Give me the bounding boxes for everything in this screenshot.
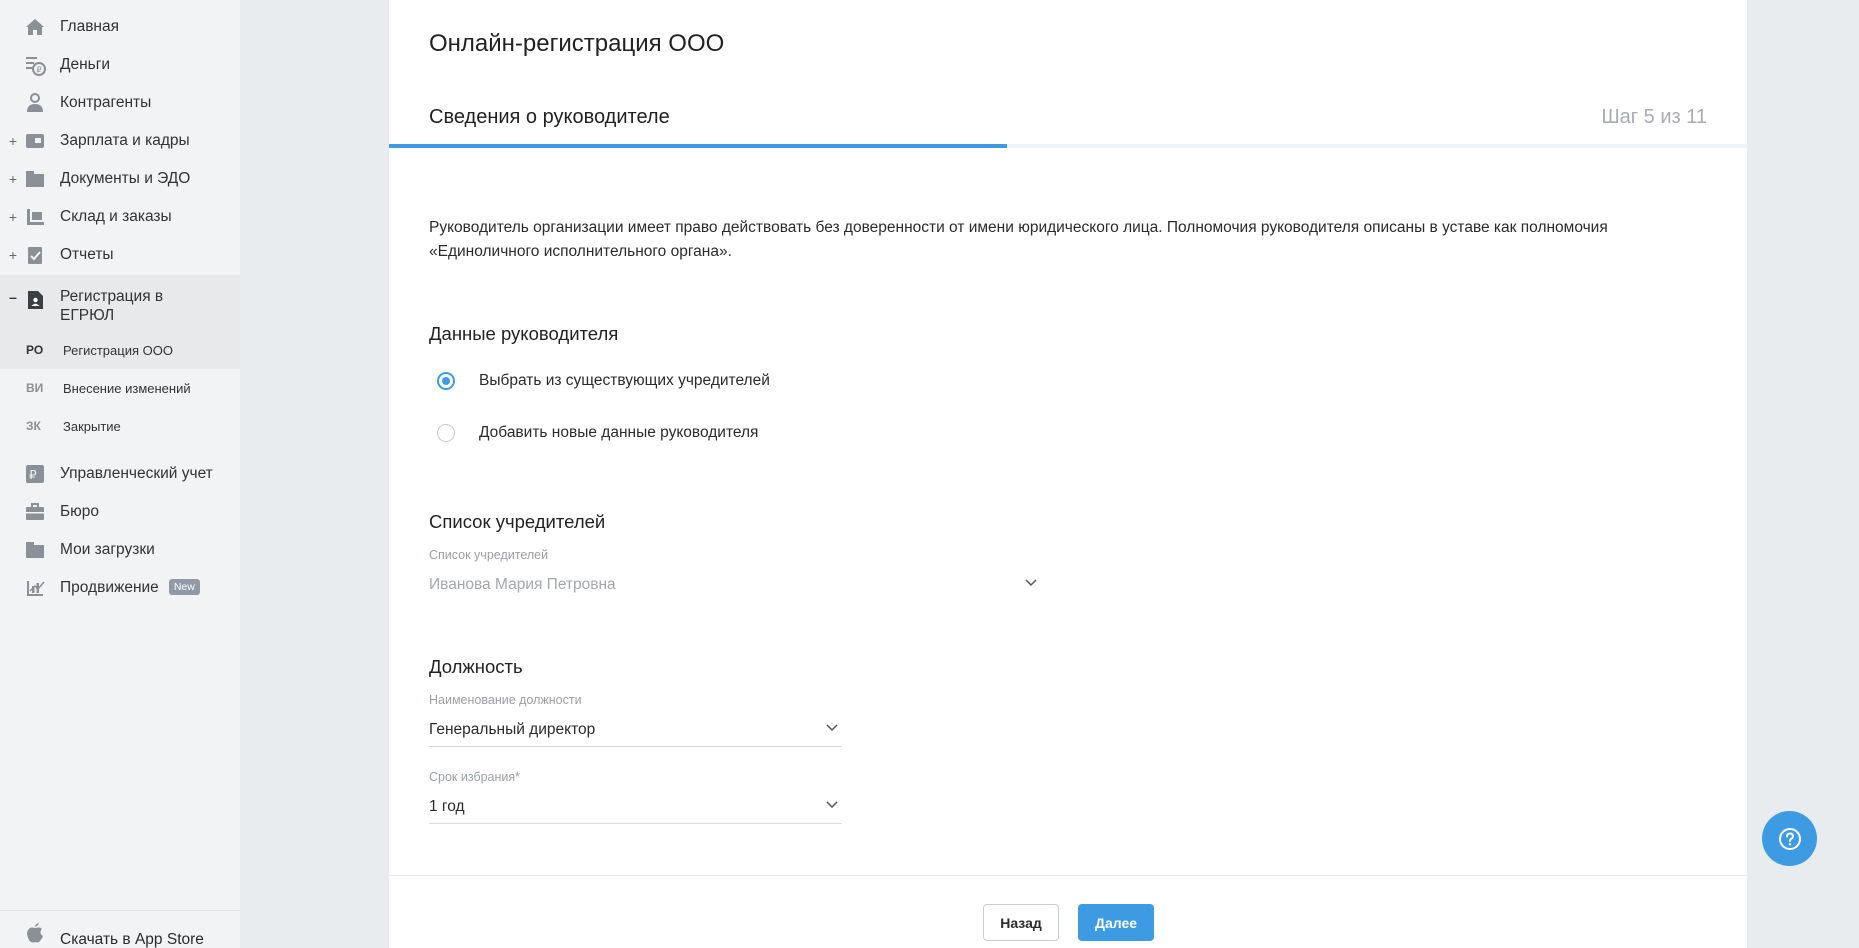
position-heading: Должность (429, 656, 523, 677)
progress-bar (389, 144, 1747, 148)
founders-select[interactable]: Иванова Мария Петровна (429, 568, 1041, 602)
sidebar-item-bureau[interactable]: Бюро (0, 493, 240, 531)
apple-icon (25, 921, 45, 948)
app-store-label: Скачать в App Store (60, 931, 204, 948)
chevron-down-icon (826, 801, 838, 809)
term-value: 1 год (429, 797, 465, 815)
radio-label: Выбрать из существующих учредителей (479, 372, 770, 389)
sidebar-item-home[interactable]: Главная (0, 8, 240, 46)
radio-button[interactable] (437, 424, 455, 442)
term-select[interactable]: 1 год (429, 790, 842, 824)
founders-heading: Список учредителей (429, 511, 606, 532)
question-icon (1778, 827, 1801, 850)
term-label: Срок избрания* (429, 770, 521, 784)
scrollbar[interactable] (1852, 0, 1859, 948)
sidebar-item-downloads[interactable]: Мои загрузки (0, 531, 240, 569)
director-data-heading: Данные руководителя (429, 323, 619, 344)
sidebar-item-label: Зарплата и кадры (60, 132, 190, 149)
back-button[interactable]: Назад (983, 904, 1059, 941)
subitem-abbr: РО (26, 343, 44, 357)
documents-icon (24, 168, 46, 190)
contractors-icon (24, 92, 46, 114)
sidebar-subitem-closing[interactable]: ЗК Закрытие (0, 407, 240, 445)
salary-icon (24, 130, 46, 152)
sidebar-item-money[interactable]: ₽ Деньги (0, 46, 240, 84)
help-button[interactable] (1762, 811, 1817, 866)
sidebar-item-label: Деньги (60, 56, 111, 73)
sidebar-item-documents[interactable]: + Документы и ЭДО (0, 160, 240, 198)
expand-icon[interactable]: + (8, 133, 18, 149)
step-title: Сведения о руководителе (429, 106, 670, 128)
sidebar-item-contractors[interactable]: Контрагенты (0, 84, 240, 122)
sidebar-item-label: Контрагенты (60, 94, 152, 111)
sidebar-item-management[interactable]: ₽ Управленческий учет (0, 455, 240, 493)
sidebar-item-promotion[interactable]: Продвижение New (0, 569, 240, 607)
expand-icon[interactable]: + (8, 247, 18, 263)
sidebar-item-label: Регистрация в ЕГРЮЛ (60, 288, 164, 324)
expand-icon[interactable]: + (8, 209, 18, 225)
subitem-label: Закрытие (63, 418, 121, 434)
subitem-label: Регистрация ООО (63, 342, 173, 358)
position-title-value: Генеральный директор (429, 720, 596, 738)
radio-button-checked[interactable] (437, 372, 455, 390)
money-icon: ₽ (24, 54, 46, 76)
promotion-label: Продвижение (60, 579, 159, 596)
chevron-down-icon (826, 724, 838, 732)
radio-add-new-director[interactable]: Добавить новые данные руководителя (437, 424, 758, 442)
sidebar-item-salary[interactable]: + Зарплата и кадры (0, 122, 240, 160)
reports-icon (24, 244, 46, 266)
registration-icon (24, 289, 46, 311)
app-store-link[interactable]: Скачать в App Store (0, 910, 240, 948)
founders-field-label: Список учредителей (429, 548, 549, 562)
chevron-down-icon (1025, 579, 1037, 587)
expand-icon[interactable]: + (8, 171, 18, 187)
footer-divider (389, 875, 1747, 876)
sidebar-item-label: Бюро (60, 503, 100, 520)
svg-text:₽: ₽ (29, 468, 37, 482)
sidebar-item-label: Управленческий учет (60, 465, 213, 482)
subitem-abbr: ВИ (26, 381, 44, 395)
progress-fill (389, 144, 1007, 148)
sidebar-item-label: Отчеты (60, 246, 114, 263)
main-panel: Онлайн-регистрация ООО Сведения о руково… (389, 0, 1747, 948)
collapse-icon[interactable]: – (8, 289, 18, 305)
sidebar-subitem-changes[interactable]: ВИ Внесение изменений (0, 369, 240, 407)
radio-label: Добавить новые данные руководителя (479, 424, 759, 441)
bureau-icon (24, 501, 46, 523)
svg-text:₽: ₽ (37, 66, 42, 75)
sidebar-subitem-ooo-registration[interactable]: РО Регистрация ООО (0, 331, 240, 369)
sidebar-item-label: Склад и заказы (60, 208, 172, 225)
subitem-abbr: ЗК (26, 419, 41, 433)
home-icon (24, 16, 46, 38)
subitem-label: Внесение изменений (63, 380, 191, 396)
sidebar: Главная ₽ Деньги Контрагенты + Зарплата … (0, 0, 240, 948)
new-badge: New (168, 579, 200, 595)
step-counter: Шаг 5 из 11 (1601, 106, 1707, 128)
sidebar-item-reports[interactable]: + Отчеты (0, 236, 240, 274)
promotion-icon (24, 577, 46, 599)
position-title-select[interactable]: Генеральный директор (429, 713, 842, 747)
founders-value: Иванова Мария Петровна (429, 576, 616, 593)
page-title: Онлайн-регистрация ООО (429, 30, 725, 57)
sidebar-item-label: Продвижение New (60, 579, 200, 597)
radio-existing-founders[interactable]: Выбрать из существующих учредителей (437, 372, 770, 390)
management-icon: ₽ (24, 463, 46, 485)
next-button[interactable]: Далее (1078, 904, 1154, 941)
position-title-label: Наименование должности (429, 693, 582, 707)
sidebar-item-label: Главная (60, 18, 119, 35)
description-text: Руководитель организации имеет право дей… (429, 219, 1608, 260)
sidebar-item-label: Документы и ЭДО (60, 170, 191, 187)
folder-icon (24, 539, 46, 561)
sidebar-item-label: Мои загрузки (60, 541, 155, 558)
warehouse-icon (24, 206, 46, 228)
sidebar-item-warehouse[interactable]: + Склад и заказы (0, 198, 240, 236)
